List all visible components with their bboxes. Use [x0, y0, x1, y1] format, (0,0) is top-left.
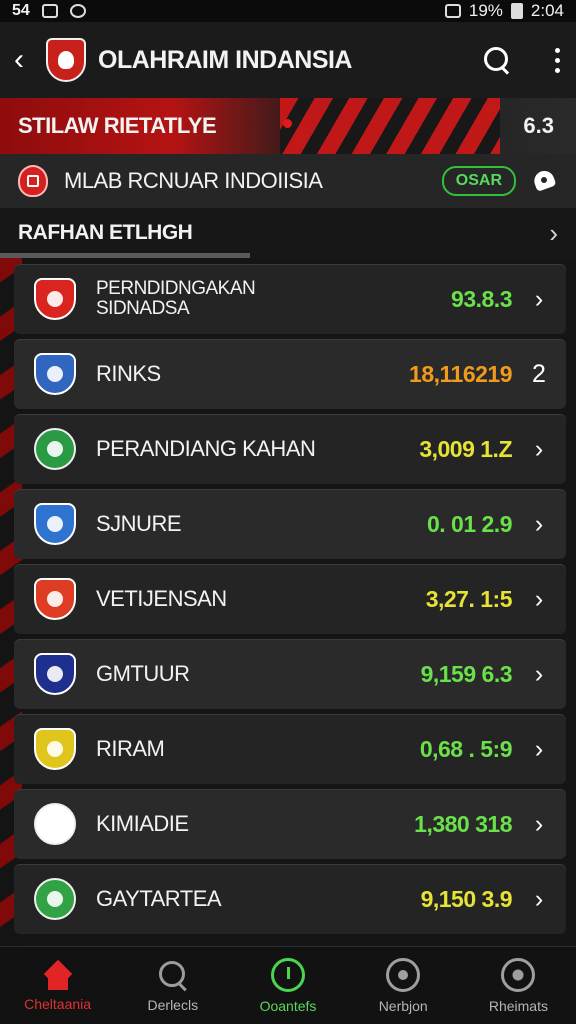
nav-item-schedule[interactable]: Ooantefs: [230, 947, 345, 1024]
message-icon: [41, 4, 58, 18]
team-row[interactable]: PERNDIDNGAKAN SIDNADSA 93.8.3 ›: [14, 264, 566, 334]
team-row[interactable]: GMTUUR 9,159 6.3 ›: [14, 639, 566, 709]
team-score: 9,150 3.9: [420, 885, 513, 912]
team-name: GAYTARTEA: [96, 886, 222, 912]
search-icon: [157, 959, 189, 991]
chevron-right-icon[interactable]: ›: [530, 810, 548, 839]
chevron-right-icon[interactable]: ›: [530, 510, 548, 539]
nav-item-home[interactable]: Cheltaania: [0, 947, 115, 1024]
ball-icon: [501, 957, 536, 992]
team-name: RIRAM: [96, 736, 165, 762]
chevron-right-icon[interactable]: ›: [530, 435, 548, 464]
chevron-right-icon[interactable]: ›: [530, 585, 548, 614]
bell-icon[interactable]: [530, 168, 558, 194]
more-icon[interactable]: [552, 47, 562, 73]
team-score: 9,159 6.3: [420, 660, 513, 687]
section-header[interactable]: RAFHAN ETLHGH ›: [0, 208, 576, 258]
team-score: 3,009 1.Z: [419, 435, 512, 462]
section-title: RAFHAN ETLHGH: [18, 221, 193, 244]
chevron-right-icon[interactable]: ›: [530, 660, 548, 689]
team-score: 0,68 . 5:9: [419, 735, 513, 762]
chevron-right-icon[interactable]: ›: [530, 885, 548, 914]
status-bar: 54 19% 2:04: [0, 0, 576, 22]
team-score: 18,116219: [409, 360, 512, 387]
league-title: MLAB RCNUAR INDOIISIA: [64, 168, 323, 193]
team-row[interactable]: RIRAM 0,68 . 5:9 ›: [14, 714, 566, 784]
live-dot-icon: [283, 119, 292, 128]
nav-label: Ooantefs: [259, 997, 317, 1014]
nav-item-matches[interactable]: Rheimats: [461, 947, 576, 1024]
banner-value: 6.3: [523, 113, 554, 138]
section-underline: [0, 253, 250, 258]
nav-item-search[interactable]: Derlecls: [115, 947, 230, 1024]
app-bar: ‹ OLAHRAIM INDANSIA: [0, 22, 576, 98]
team-score: 1,380 318: [414, 810, 512, 837]
team-badge-icon: [34, 278, 76, 320]
team-badge-icon: [34, 578, 76, 620]
league-shield-icon: [18, 165, 48, 197]
team-name: VETIJENSAN: [96, 586, 227, 612]
team-badge-icon: [34, 653, 76, 695]
status-left: 54: [12, 2, 86, 20]
clock-icon: [271, 957, 305, 992]
chevron-right-icon[interactable]: ›: [530, 735, 548, 764]
nav-item-stats[interactable]: Nerbjon: [346, 947, 461, 1024]
team-badge-icon: [34, 878, 76, 920]
status-pill[interactable]: OSAR: [441, 166, 516, 196]
team-score: 93.8.3: [451, 285, 512, 312]
featured-banner[interactable]: STILAW RIETATLYE 6.3: [0, 98, 576, 154]
clock-time: 2:04: [530, 1, 564, 20]
back-icon[interactable]: ‹: [14, 43, 38, 77]
battery-icon: [510, 3, 523, 19]
team-score: 0. 01 2.9: [426, 510, 513, 537]
nav-label: Derlecls: [147, 996, 199, 1013]
page-title: OLAHRAIM INDANSIA: [98, 45, 353, 74]
nav-label: Cheltaania: [24, 995, 92, 1012]
chevron-right-icon[interactable]: ›: [549, 218, 558, 249]
home-icon: [41, 960, 75, 990]
team-name: SJNURE: [96, 511, 182, 537]
team-row[interactable]: PERANDIANG KAHAN 3,009 1.Z ›: [14, 414, 566, 484]
team-row[interactable]: GAYTARTEA 9,150 3.9 ›: [14, 864, 566, 934]
team-name: PERANDIANG KAHAN: [96, 436, 316, 462]
team-badge-icon: [34, 803, 76, 845]
team-name: RINKS: [96, 361, 161, 387]
team-badge-icon: [34, 503, 76, 545]
team-badge-icon: [34, 353, 76, 395]
battery-percent: 19%: [468, 1, 503, 20]
team-badge-icon: [34, 728, 76, 770]
nav-label: Nerbjon: [378, 997, 428, 1014]
app-crest-icon: [46, 38, 86, 82]
team-row[interactable]: SJNURE 0. 01 2.9 ›: [14, 489, 566, 559]
chevron-right-icon[interactable]: 2: [530, 360, 548, 389]
team-row[interactable]: VETIJENSAN 3,27. 1:5 ›: [14, 564, 566, 634]
nav-label: Rheimats: [488, 997, 548, 1014]
status-text: 54: [12, 2, 30, 19]
search-icon[interactable]: [482, 45, 512, 75]
banner-pattern: [280, 98, 500, 154]
team-score: 3,27. 1:5: [425, 585, 513, 612]
team-row[interactable]: KIMIADIE 1,380 318 ›: [14, 789, 566, 859]
bottom-navigation: Cheltaania Derlecls Ooantefs Nerbjon Rhe…: [0, 946, 576, 1024]
team-badge-icon: [34, 428, 76, 470]
team-row[interactable]: RINKS 18,116219 2: [14, 339, 566, 409]
notification-icon: [69, 4, 86, 18]
league-row[interactable]: MLAB RCNUAR INDOIISIA OSAR: [0, 154, 576, 208]
chevron-right-icon[interactable]: ›: [530, 285, 548, 314]
team-list: PERNDIDNGAKAN SIDNADSA 93.8.3 › RINKS 18,116…: [14, 264, 566, 939]
team-name: KIMIADIE: [96, 811, 189, 837]
wifi-icon: [444, 4, 461, 18]
banner-title: STILAW RIETATLYE: [18, 113, 217, 138]
team-name: GMTUUR: [96, 661, 190, 687]
team-name: PERNDIDNGAKAN SIDNADSA: [96, 278, 256, 319]
gauge-icon: [386, 957, 421, 992]
status-right: 19% 2:04: [444, 1, 564, 21]
